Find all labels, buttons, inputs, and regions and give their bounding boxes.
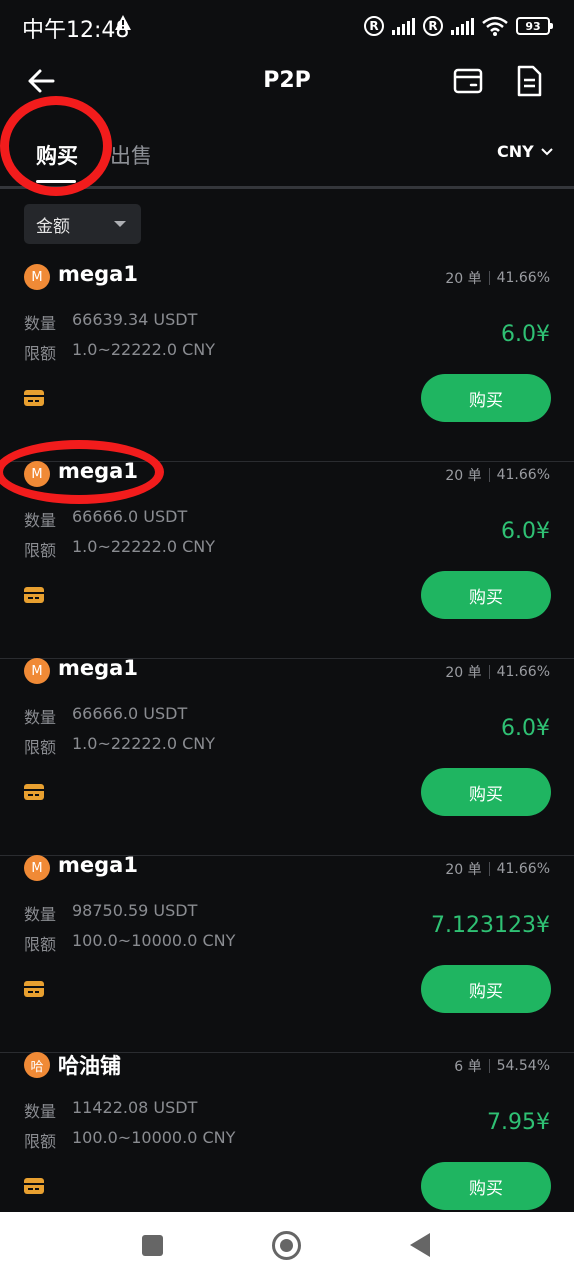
offer-item: M mega1 20 单 41.66% 数量 98750.59 USDT 限额 …: [0, 853, 574, 1053]
avatar: M: [24, 461, 50, 487]
alert-icon: [115, 15, 131, 30]
limit-value: 1.0~22222.0 CNY: [72, 537, 216, 556]
signal-icon: [392, 17, 415, 35]
merchant-name[interactable]: 哈油铺: [58, 1050, 121, 1080]
completion-rate: 54.54%: [496, 1058, 550, 1074]
merchant-name[interactable]: mega1: [58, 656, 138, 680]
order-count: 20 单: [445, 862, 482, 878]
completion-rate: 41.66%: [496, 664, 550, 680]
merchant-stats: 20 单 41.66%: [445, 268, 550, 288]
battery-icon: 93: [516, 17, 553, 35]
buy-button[interactable]: 购买: [421, 768, 551, 816]
unit-price: 7.95¥: [487, 1110, 550, 1135]
avatar: M: [24, 855, 50, 881]
offer-item: M mega1 20 单 41.66% 数量 66639.34 USDT 限额 …: [0, 262, 574, 462]
buy-button[interactable]: 购买: [421, 374, 551, 422]
merchant-stats: 6 单 54.54%: [454, 1056, 550, 1076]
order-count: 20 单: [445, 271, 482, 287]
completion-rate: 41.66%: [496, 467, 550, 483]
tab-active-indicator: [36, 180, 76, 183]
quantity-value: 66666.0 USDT: [72, 507, 188, 526]
caret-down-icon: [114, 221, 126, 227]
quantity-label: 数量: [24, 708, 57, 727]
home-icon[interactable]: [272, 1231, 301, 1260]
avatar: 哈: [24, 1052, 50, 1078]
merchant-name[interactable]: mega1: [58, 853, 138, 877]
registered-icon: R: [423, 16, 443, 36]
unit-price: 6.0¥: [501, 716, 550, 741]
limit-label: 限额: [24, 1132, 57, 1151]
offer-item: M mega1 20 单 41.66% 数量 66666.0 USDT 限额 1…: [0, 459, 574, 659]
currency-label: CNY: [497, 142, 534, 161]
unit-price: 6.0¥: [501, 322, 550, 347]
completion-rate: 41.66%: [496, 861, 550, 877]
system-navigation-bar: [0, 1212, 574, 1280]
merchant-stats: 20 单 41.66%: [445, 662, 550, 682]
quantity-value: 66666.0 USDT: [72, 704, 188, 723]
buy-button[interactable]: 购买: [421, 571, 551, 619]
limit-value: 1.0~22222.0 CNY: [72, 734, 216, 753]
recent-apps-icon[interactable]: [142, 1235, 163, 1256]
limit-value: 100.0~10000.0 CNY: [72, 1128, 236, 1147]
page-title: P2P: [263, 68, 311, 93]
limit-label: 限额: [24, 738, 57, 757]
unit-price: 7.123123¥: [431, 913, 550, 938]
bank-card-icon: [24, 587, 44, 603]
order-count: 6 单: [454, 1059, 482, 1075]
tab-buy[interactable]: 购买: [36, 140, 78, 170]
trade-tabs: 购买 出售 CNY: [0, 118, 574, 189]
limit-label: 限额: [24, 935, 57, 954]
back-triangle-icon[interactable]: [410, 1233, 430, 1257]
wallet-icon[interactable]: [452, 66, 484, 96]
bank-card-icon: [24, 981, 44, 997]
offer-item: M mega1 20 单 41.66% 数量 66666.0 USDT 限额 1…: [0, 656, 574, 856]
merchant-stats: 20 单 41.66%: [445, 859, 550, 879]
tab-sell[interactable]: 出售: [110, 140, 152, 170]
registered-icon: R: [364, 16, 384, 36]
currency-select[interactable]: CNY: [497, 142, 554, 161]
limit-value: 1.0~22222.0 CNY: [72, 340, 216, 359]
completion-rate: 41.66%: [496, 270, 550, 286]
unit-price: 6.0¥: [501, 519, 550, 544]
merchant-name[interactable]: mega1: [58, 459, 138, 483]
quantity-value: 98750.59 USDT: [72, 901, 198, 920]
quantity-label: 数量: [24, 1102, 57, 1121]
quantity-value: 66639.34 USDT: [72, 310, 198, 329]
order-count: 20 单: [445, 665, 482, 681]
bank-card-icon: [24, 1178, 44, 1194]
limit-label: 限额: [24, 344, 57, 363]
quantity-label: 数量: [24, 905, 57, 924]
signal-icon: [451, 17, 474, 35]
status-bar: 中午12:48 R R 93: [0, 0, 574, 52]
limit-value: 100.0~10000.0 CNY: [72, 931, 236, 950]
avatar: M: [24, 264, 50, 290]
limit-label: 限额: [24, 541, 57, 560]
bank-card-icon: [24, 390, 44, 406]
quantity-label: 数量: [24, 314, 57, 333]
amount-filter[interactable]: 金额: [24, 204, 141, 244]
avatar: M: [24, 658, 50, 684]
quantity-label: 数量: [24, 511, 57, 530]
buy-button[interactable]: 购买: [421, 965, 551, 1013]
buy-button[interactable]: 购买: [421, 1162, 551, 1210]
bank-card-icon: [24, 784, 44, 800]
quantity-value: 11422.08 USDT: [72, 1098, 198, 1117]
merchant-stats: 20 单 41.66%: [445, 465, 550, 485]
chevron-down-icon: [541, 147, 553, 155]
amount-filter-label: 金额: [36, 216, 70, 237]
top-navigation: P2P: [0, 52, 574, 110]
order-count: 20 单: [445, 468, 482, 484]
merchant-name[interactable]: mega1: [58, 262, 138, 286]
wifi-icon: [482, 16, 508, 36]
document-icon[interactable]: [514, 64, 544, 98]
